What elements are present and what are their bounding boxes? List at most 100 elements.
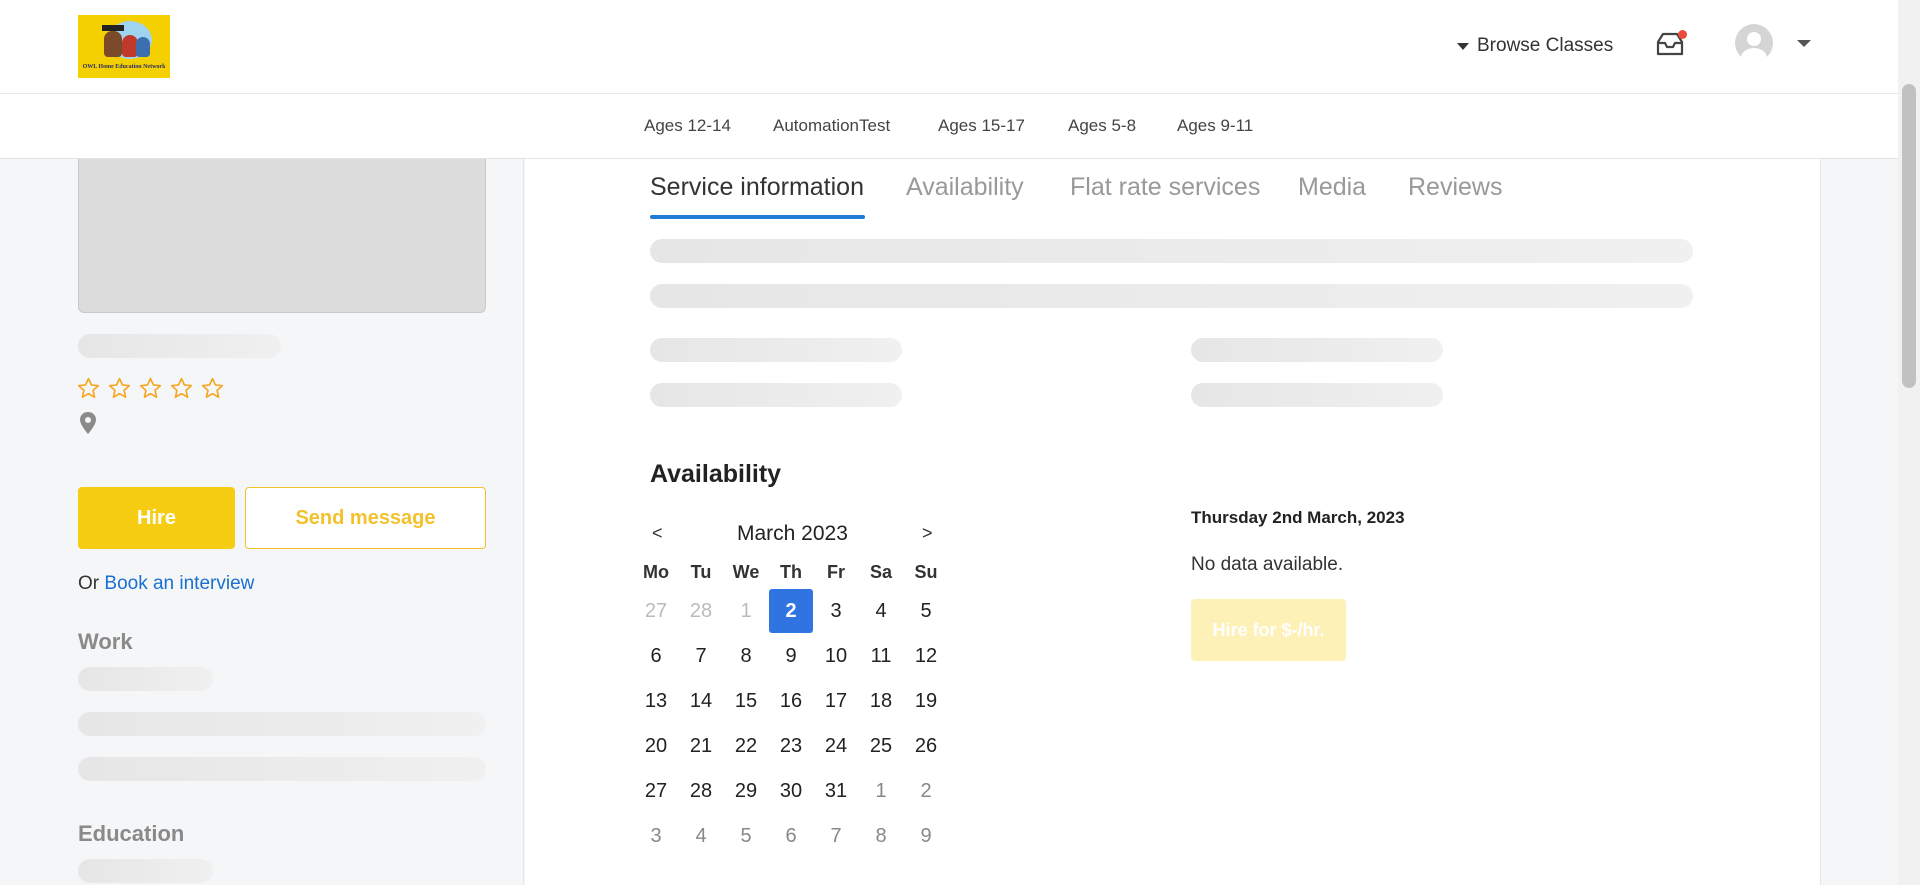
calendar-day[interactable]: 4 xyxy=(679,814,723,858)
calendar-day[interactable]: 29 xyxy=(724,769,768,813)
or-text: Or xyxy=(78,573,105,594)
book-interview-line: Or Book an interview xyxy=(78,573,254,595)
send-message-button[interactable]: Send message xyxy=(245,487,486,549)
calendar-day[interactable]: 3 xyxy=(634,814,678,858)
active-tab-indicator xyxy=(650,215,865,219)
education-skeleton xyxy=(78,859,213,883)
tab-service-information[interactable]: Service information xyxy=(650,173,864,202)
work-skeleton xyxy=(78,667,213,691)
category-automationtest[interactable]: AutomationTest xyxy=(773,116,890,136)
calendar-day[interactable]: 17 xyxy=(814,679,858,723)
calendar-day[interactable]: 13 xyxy=(634,679,678,723)
calendar-day[interactable]: 27 xyxy=(634,589,678,633)
calendar-day[interactable]: 28 xyxy=(679,589,723,633)
no-data-message: No data available. xyxy=(1191,554,1344,575)
info-skeleton xyxy=(650,284,1693,308)
calendar-day[interactable]: 19 xyxy=(904,679,948,723)
calendar-day[interactable]: 7 xyxy=(814,814,858,858)
calendar-day[interactable]: 15 xyxy=(724,679,768,723)
calendar-day[interactable]: 26 xyxy=(904,724,948,768)
calendar-day[interactable]: 4 xyxy=(859,589,903,633)
tab-media[interactable]: Media xyxy=(1298,173,1366,202)
graduation-cap-icon xyxy=(102,25,124,31)
location-pin-icon xyxy=(80,412,96,434)
calendar-day[interactable]: 7 xyxy=(679,634,723,678)
user-menu-caret-icon[interactable] xyxy=(1797,40,1811,47)
weekday-header: Tu xyxy=(690,562,712,582)
calendar-day[interactable]: 10 xyxy=(814,634,858,678)
calendar-day[interactable]: 1 xyxy=(859,769,903,813)
main-panel: Service information Availability Flat ra… xyxy=(525,159,1821,885)
weekday-header: Sa xyxy=(869,562,893,582)
calendar-day[interactable]: 20 xyxy=(634,724,678,768)
tab-reviews[interactable]: Reviews xyxy=(1408,173,1502,202)
calendar-day[interactable]: 30 xyxy=(769,769,813,813)
star-outline-icon xyxy=(108,377,131,398)
category-bar: Ages 12-14 AutomationTest Ages 15-17 Age… xyxy=(0,94,1898,159)
star-outline-icon xyxy=(77,377,100,398)
browse-classes-menu[interactable]: Browse Classes xyxy=(1457,33,1613,59)
work-skeleton xyxy=(78,712,486,736)
book-interview-link[interactable]: Book an interview xyxy=(104,573,254,594)
star-outline-icon xyxy=(201,377,224,398)
calendar-day[interactable]: 22 xyxy=(724,724,768,768)
scrollbar-thumb[interactable] xyxy=(1902,84,1916,388)
availability-heading: Availability xyxy=(650,460,782,488)
rating-stars xyxy=(76,376,225,401)
info-skeleton xyxy=(650,239,1693,263)
calendar-day[interactable]: 24 xyxy=(814,724,858,768)
calendar-day[interactable]: 12 xyxy=(904,634,948,678)
weekday-header: Fr xyxy=(827,562,845,582)
calendar-day[interactable]: 31 xyxy=(814,769,858,813)
calendar-day[interactable]: 2 xyxy=(904,769,948,813)
hire-button[interactable]: Hire xyxy=(78,487,235,549)
logo-figure xyxy=(104,31,122,57)
education-heading: Education xyxy=(78,821,185,846)
calendar-day-selected[interactable]: 2 xyxy=(769,589,813,633)
calendar-day[interactable]: 25 xyxy=(859,724,903,768)
top-header: OWL Home Education Network Browse Classe… xyxy=(0,0,1898,94)
avatar-head xyxy=(1747,32,1761,46)
calendar-day[interactable]: 8 xyxy=(724,634,768,678)
prev-month-button[interactable]: < xyxy=(652,523,663,544)
weekday-header: Mo xyxy=(643,562,669,582)
tab-flat-rate-services[interactable]: Flat rate services xyxy=(1070,173,1260,202)
hire-rate-button[interactable]: Hire for $-/hr. xyxy=(1191,599,1346,661)
weekday-header: Su xyxy=(914,562,938,582)
star-outline-icon xyxy=(170,377,193,398)
weekday-header: We xyxy=(732,562,760,582)
calendar-day[interactable]: 11 xyxy=(859,634,903,678)
calendar-day[interactable]: 9 xyxy=(769,634,813,678)
category-ages-15-17[interactable]: Ages 15-17 xyxy=(938,116,1025,136)
calendar-day[interactable]: 21 xyxy=(679,724,723,768)
page-scrollbar[interactable] xyxy=(1898,0,1920,885)
calendar-day[interactable]: 5 xyxy=(724,814,768,858)
category-ages-12-14[interactable]: Ages 12-14 xyxy=(644,116,731,136)
calendar-day[interactable]: 16 xyxy=(769,679,813,723)
calendar-day[interactable]: 18 xyxy=(859,679,903,723)
avatar-body xyxy=(1741,48,1767,62)
category-ages-9-11[interactable]: Ages 9-11 xyxy=(1177,116,1253,136)
calendar-day[interactable]: 8 xyxy=(859,814,903,858)
calendar-day[interactable]: 1 xyxy=(724,589,768,633)
calendar-day[interactable]: 5 xyxy=(904,589,948,633)
calendar-day[interactable]: 14 xyxy=(679,679,723,723)
info-skeleton xyxy=(1191,338,1443,362)
info-skeleton xyxy=(1191,383,1443,407)
inbox-button[interactable] xyxy=(1655,30,1687,60)
calendar-day[interactable]: 9 xyxy=(904,814,948,858)
site-logo[interactable]: OWL Home Education Network xyxy=(78,15,170,78)
user-avatar[interactable] xyxy=(1735,24,1773,62)
calendar-day[interactable]: 28 xyxy=(679,769,723,813)
calendar-day[interactable]: 6 xyxy=(769,814,813,858)
calendar-day[interactable]: 3 xyxy=(814,589,858,633)
weekday-header: Th xyxy=(780,562,802,582)
category-ages-5-8[interactable]: Ages 5-8 xyxy=(1068,116,1136,136)
tab-availability[interactable]: Availability xyxy=(906,173,1024,202)
calendar-day[interactable]: 6 xyxy=(634,634,678,678)
next-month-button[interactable]: > xyxy=(922,523,933,544)
calendar-day[interactable]: 27 xyxy=(634,769,678,813)
browse-classes-label: Browse Classes xyxy=(1477,35,1614,56)
calendar-day[interactable]: 23 xyxy=(769,724,813,768)
info-skeleton xyxy=(650,338,902,362)
